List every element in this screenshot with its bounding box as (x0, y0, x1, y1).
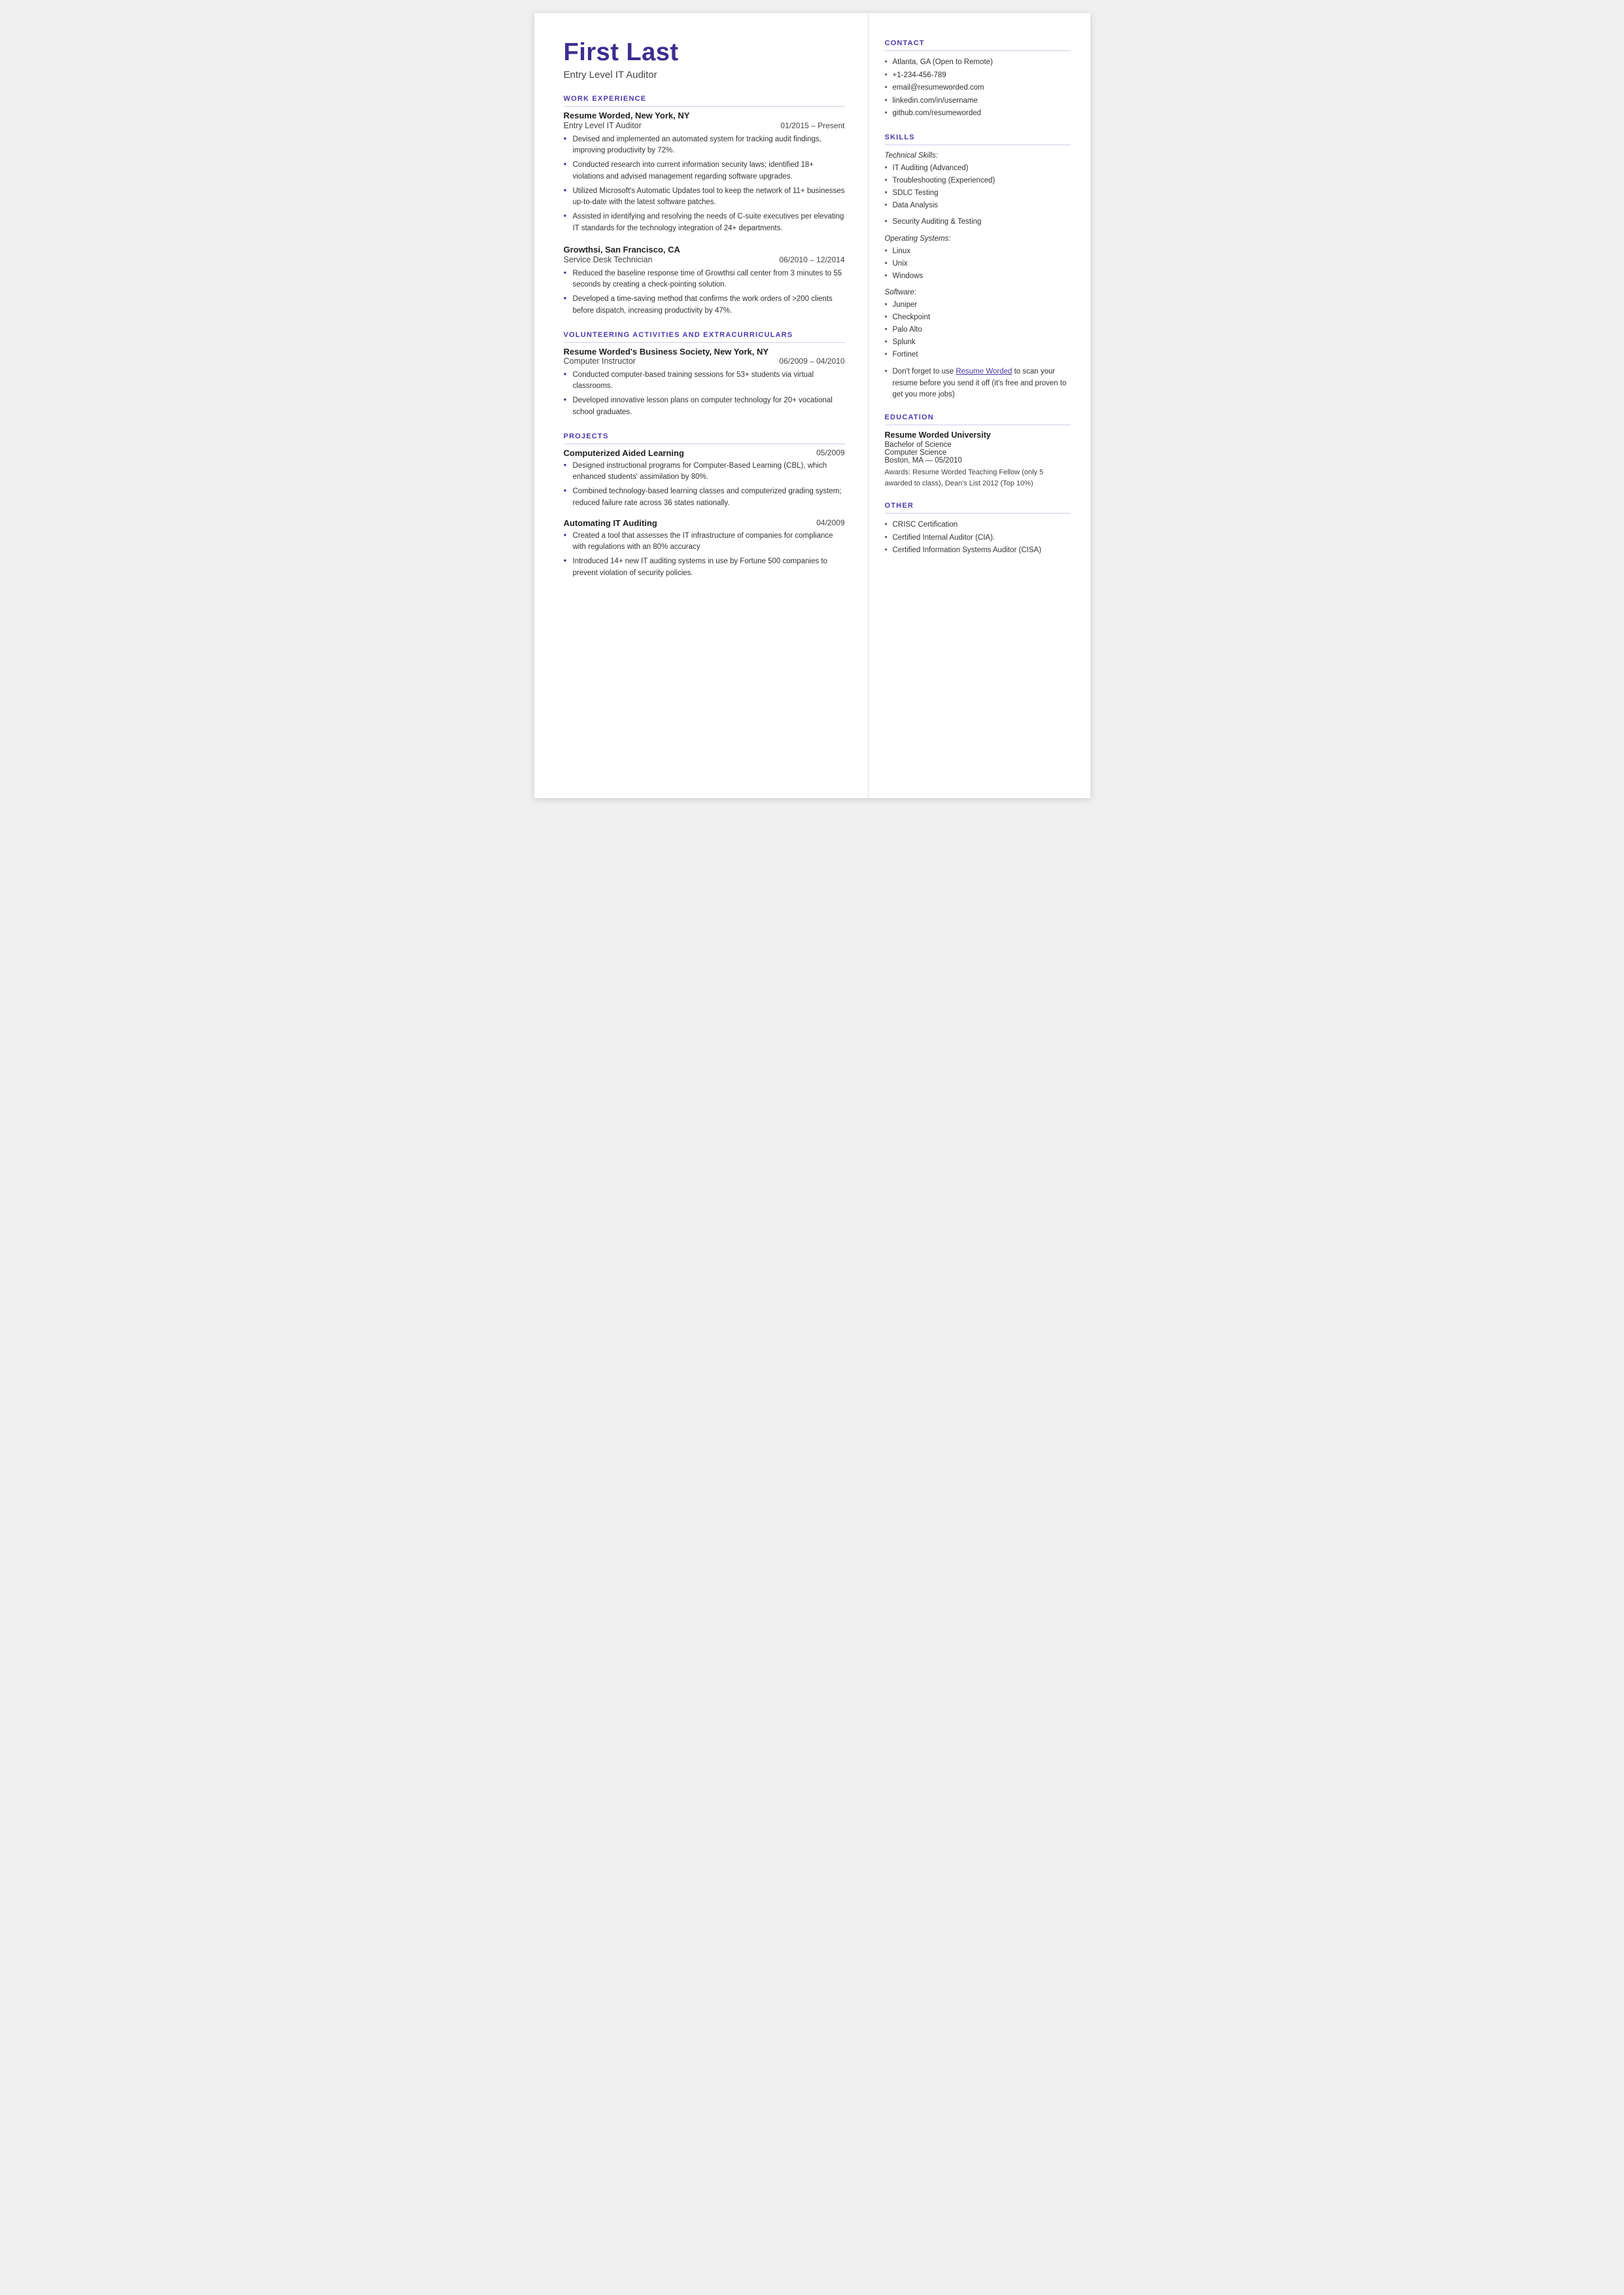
volunteer-title-1: Computer Instructor (564, 357, 636, 366)
bullet: Devised and implemented an automated sys… (564, 134, 845, 157)
contact-header: CONTACT (885, 39, 1071, 51)
right-column: CONTACT Atlanta, GA (Open to Remote) +1-… (868, 13, 1090, 798)
job-subtitle: Entry Level IT Auditor (564, 69, 845, 80)
contact-item-github: github.com/resumeworded (885, 107, 1071, 120)
technical-skills-list: IT Auditing (Advanced) Troubleshooting (… (885, 162, 1071, 212)
job-company-1: Resume Worded, New York, NY (564, 111, 690, 120)
skill-item: Splunk (885, 336, 1071, 349)
project-header-2: Automating IT Auditing 04/2009 (564, 518, 845, 528)
education-header: EDUCATION (885, 413, 1071, 425)
other-item: Certified Internal Auditor (CIA). (885, 532, 1071, 545)
skill-item: Checkpoint (885, 311, 1071, 324)
name-header: First Last Entry Level IT Auditor (564, 39, 845, 80)
bullet: Created a tool that assesses the IT infr… (564, 531, 845, 553)
technical-skills-label: Technical Skills: (885, 152, 1071, 160)
project-name-1: Computerized Aided Learning (564, 448, 684, 458)
skill-item: IT Auditing (Advanced) (885, 162, 1071, 175)
project-date-1: 05/2009 (816, 448, 844, 457)
project-name-2: Automating IT Auditing (564, 518, 657, 528)
contact-item-phone: +1-234-456-789 (885, 69, 1071, 82)
resume-worded-link[interactable]: Resume Worded (956, 368, 1012, 376)
bullet: Combined technology-based learning class… (564, 486, 845, 509)
security-skill-list: Security Auditing & Testing (885, 216, 1071, 228)
skill-item-security: Security Auditing & Testing (885, 216, 1071, 228)
work-experience-header: WORK EXPERIENCE (564, 95, 845, 107)
bullet: Conducted computer-based training sessio… (564, 370, 845, 393)
left-column: First Last Entry Level IT Auditor WORK E… (534, 13, 868, 798)
education-entry: Resume Worded University Bachelor of Sci… (885, 430, 1071, 489)
bullet: Introduced 14+ new IT auditing systems i… (564, 556, 845, 579)
bullet: Developed innovative lesson plans on com… (564, 395, 845, 418)
software-label: Software: (885, 289, 1071, 296)
job-dates-1: 01/2015 – Present (780, 121, 844, 130)
bullet: Designed instructional programs for Comp… (564, 461, 845, 483)
resume-worded-note: Don't forget to use Resume Worded to sca… (885, 366, 1071, 400)
project-entry-1: Computerized Aided Learning 05/2009 Desi… (564, 448, 845, 509)
job-header-1: Resume Worded, New York, NY (564, 111, 845, 120)
job-header-2: Growthsi, San Francisco, CA (564, 245, 845, 254)
skill-item: Data Analysis (885, 200, 1071, 212)
bullet: Assisted in identifying and resolving th… (564, 211, 845, 234)
bullet: Utilized Microsoft's Automatic Updates t… (564, 186, 845, 209)
other-header: OTHER (885, 502, 1071, 514)
volunteer-entry-1: Resume Worded's Business Society, New Yo… (564, 347, 845, 418)
skill-item: Palo Alto (885, 324, 1071, 336)
skill-item: Juniper (885, 299, 1071, 311)
edu-date: Boston, MA — 05/2010 (885, 457, 1071, 464)
volunteer-bullets-1: Conducted computer-based training sessio… (564, 370, 845, 418)
skills-header: SKILLS (885, 133, 1071, 145)
edu-school: Resume Worded University (885, 430, 1071, 440)
job-entry-2: Growthsi, San Francisco, CA Service Desk… (564, 245, 845, 317)
volunteer-dates-1: 06/2009 – 04/2010 (779, 357, 844, 366)
job-company-2: Growthsi, San Francisco, CA (564, 245, 680, 254)
skill-item: Troubleshooting (Experienced) (885, 175, 1071, 187)
projects-header: PROJECTS (564, 432, 845, 444)
job-dates-2: 06/2010 – 12/2014 (779, 255, 844, 264)
edu-degree: Bachelor of Science (885, 441, 1071, 449)
project-bullets-2: Created a tool that assesses the IT infr… (564, 531, 845, 579)
operating-systems-label: Operating Systems: (885, 235, 1071, 243)
note-prefix: Don't forget to use (893, 368, 956, 376)
other-list: CRISC Certification Certified Internal A… (885, 519, 1071, 557)
skill-item: SDLC Testing (885, 187, 1071, 200)
other-item: Certified Information Systems Auditor (C… (885, 544, 1071, 557)
contact-item-linkedin: linkedin.com/in/username (885, 95, 1071, 108)
edu-field: Computer Science (885, 449, 1071, 457)
job-bullets-2: Reduced the baseline response time of Gr… (564, 268, 845, 317)
project-date-2: 04/2009 (816, 518, 844, 527)
job-title-2: Service Desk Technician (564, 255, 653, 264)
bullet: Reduced the baseline response time of Gr… (564, 268, 845, 291)
job-entry-1: Resume Worded, New York, NY Entry Level … (564, 111, 845, 234)
project-bullets-1: Designed instructional programs for Comp… (564, 461, 845, 509)
bullet: Developed a time-saving method that conf… (564, 294, 845, 317)
skill-item: Linux (885, 245, 1071, 258)
skill-item: Unix (885, 258, 1071, 270)
bullet: Conducted research into current informat… (564, 160, 845, 183)
project-entry-2: Automating IT Auditing 04/2009 Created a… (564, 518, 845, 579)
edu-awards: Awards: Resume Worded Teaching Fellow (o… (885, 467, 1071, 489)
software-list: Juniper Checkpoint Palo Alto Splunk Fort… (885, 299, 1071, 361)
project-header-1: Computerized Aided Learning 05/2009 (564, 448, 845, 458)
contact-list: Atlanta, GA (Open to Remote) +1-234-456-… (885, 56, 1071, 120)
operating-systems-list: Linux Unix Windows (885, 245, 1071, 283)
other-item: CRISC Certification (885, 519, 1071, 532)
volunteering-header: VOLUNTEERING ACTIVITIES AND EXTRACURRICU… (564, 331, 845, 343)
skill-item: Fortinet (885, 349, 1071, 361)
skill-item: Windows (885, 270, 1071, 283)
volunteer-company-1: Resume Worded's Business Society, New Yo… (564, 347, 845, 357)
full-name: First Last (564, 39, 845, 67)
contact-item-email: email@resumeworded.com (885, 82, 1071, 95)
job-title-1: Entry Level IT Auditor (564, 121, 642, 130)
resume-page: First Last Entry Level IT Auditor WORK E… (534, 13, 1090, 798)
job-bullets-1: Devised and implemented an automated sys… (564, 134, 845, 234)
contact-item-location: Atlanta, GA (Open to Remote) (885, 56, 1071, 69)
